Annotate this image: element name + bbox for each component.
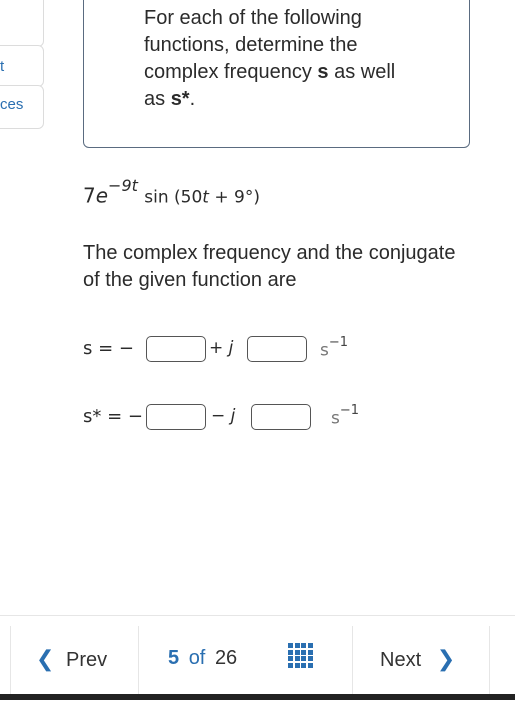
nav-divider — [10, 626, 11, 696]
answer-statement: The complex frequency and the conjugate … — [83, 242, 456, 291]
chevron-left-icon: ❮ — [36, 646, 55, 671]
sidebar-card-top[interactable] — [0, 0, 44, 47]
prev-button[interactable]: ❮ Prev — [36, 646, 107, 672]
minus-j-label: − j — [211, 406, 236, 426]
grid-icon[interactable] — [288, 643, 313, 668]
sidebar-item-label: ces — [0, 96, 24, 113]
bottom-navigation: ❮ Prev 5 of 26 Next ❯ — [0, 615, 515, 701]
nav-divider — [138, 626, 139, 696]
s-real-input[interactable] — [146, 336, 206, 362]
question-text: For each of the following functions, det… — [144, 7, 396, 110]
unit-label: s−1 — [320, 335, 349, 361]
s-conjugate-real-input[interactable] — [146, 404, 206, 430]
s-conjugate-label: s* = − — [83, 406, 143, 427]
nav-divider — [489, 626, 490, 696]
next-button[interactable]: Next ❯ — [380, 646, 455, 672]
s-imag-input[interactable] — [247, 336, 307, 362]
nav-divider — [352, 626, 353, 696]
answer-row-s-conjugate: s* = − − j s−1 — [83, 403, 383, 434]
function-expression: 7e−9t sin (50t + 9°) — [83, 176, 260, 208]
unit-label: s−1 — [331, 403, 360, 429]
sidebar-item-label: t — [0, 58, 5, 75]
chevron-right-icon: ❯ — [436, 646, 456, 671]
s-conjugate-imag-input[interactable] — [251, 404, 311, 430]
s-label: s = − — [83, 338, 134, 359]
answer-row-s: s = − + j s−1 — [83, 335, 383, 366]
question-card: For each of the following functions, det… — [83, 0, 470, 148]
page-indicator[interactable]: 5 of 26 — [168, 647, 237, 670]
plus-j-label: + j — [209, 338, 234, 358]
sidebar-card-middle[interactable] — [0, 45, 44, 87]
bottom-edge-bar — [0, 694, 515, 700]
